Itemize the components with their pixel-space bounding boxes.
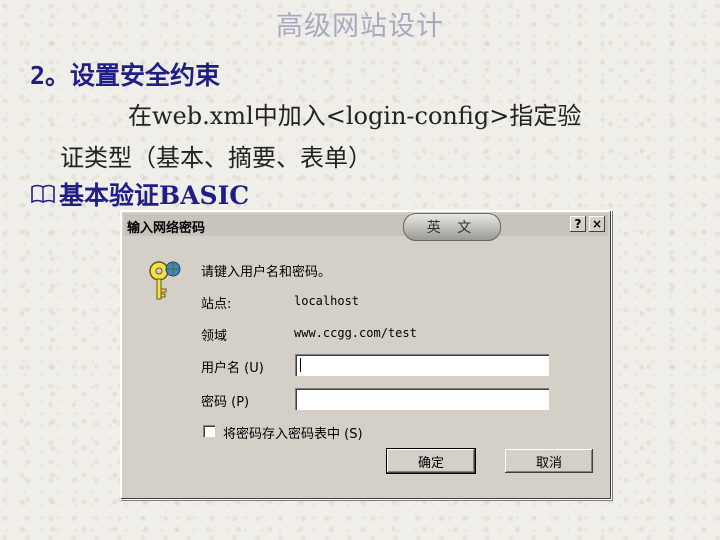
site-label: 站点: bbox=[201, 297, 232, 312]
bullet-item: 基本验证BASIC bbox=[30, 176, 249, 212]
text-caret bbox=[300, 358, 301, 372]
body-text-line-1: 在web.xml中加入<login-config>指定验 bbox=[128, 102, 582, 130]
save-password-checkbox[interactable] bbox=[203, 425, 215, 437]
slide-title: 高级网站设计 bbox=[276, 11, 444, 42]
help-button[interactable]: ? bbox=[570, 216, 586, 232]
body-text-line-2: 证类型（基本、摘要、表单） bbox=[60, 144, 372, 172]
close-button[interactable]: × bbox=[589, 216, 605, 232]
username-label: 用户名 (U) bbox=[201, 361, 264, 376]
network-password-dialog: 输入网络密码 ? × 英 文 请键入用户名和密码。 站点: localhost … bbox=[120, 210, 612, 500]
dialog-prompt: 请键入用户名和密码。 bbox=[201, 265, 332, 280]
dialog-titlebar[interactable]: 输入网络密码 ? × bbox=[124, 214, 608, 236]
realm-label: 领域 bbox=[201, 329, 228, 344]
key-icon bbox=[149, 261, 181, 300]
password-label: 密码 (P) bbox=[201, 395, 250, 410]
password-field[interactable] bbox=[295, 388, 549, 410]
username-field[interactable] bbox=[295, 354, 549, 376]
save-password-label[interactable]: 将密码存入密码表中 (S) bbox=[223, 423, 363, 442]
realm-value: www.ccgg.com/test bbox=[294, 326, 417, 340]
section-heading: 2。设置安全约束 bbox=[30, 61, 221, 90]
site-value: localhost bbox=[294, 294, 360, 308]
book-bullet-icon bbox=[31, 184, 55, 204]
bullet-text: 基本验证BASIC bbox=[59, 181, 250, 210]
ok-button[interactable]: 确定 bbox=[386, 448, 476, 474]
cancel-button[interactable]: 取消 bbox=[505, 449, 593, 473]
ime-language-badge[interactable]: 英 文 bbox=[403, 213, 501, 241]
dialog-title: 输入网络密码 bbox=[127, 221, 206, 236]
